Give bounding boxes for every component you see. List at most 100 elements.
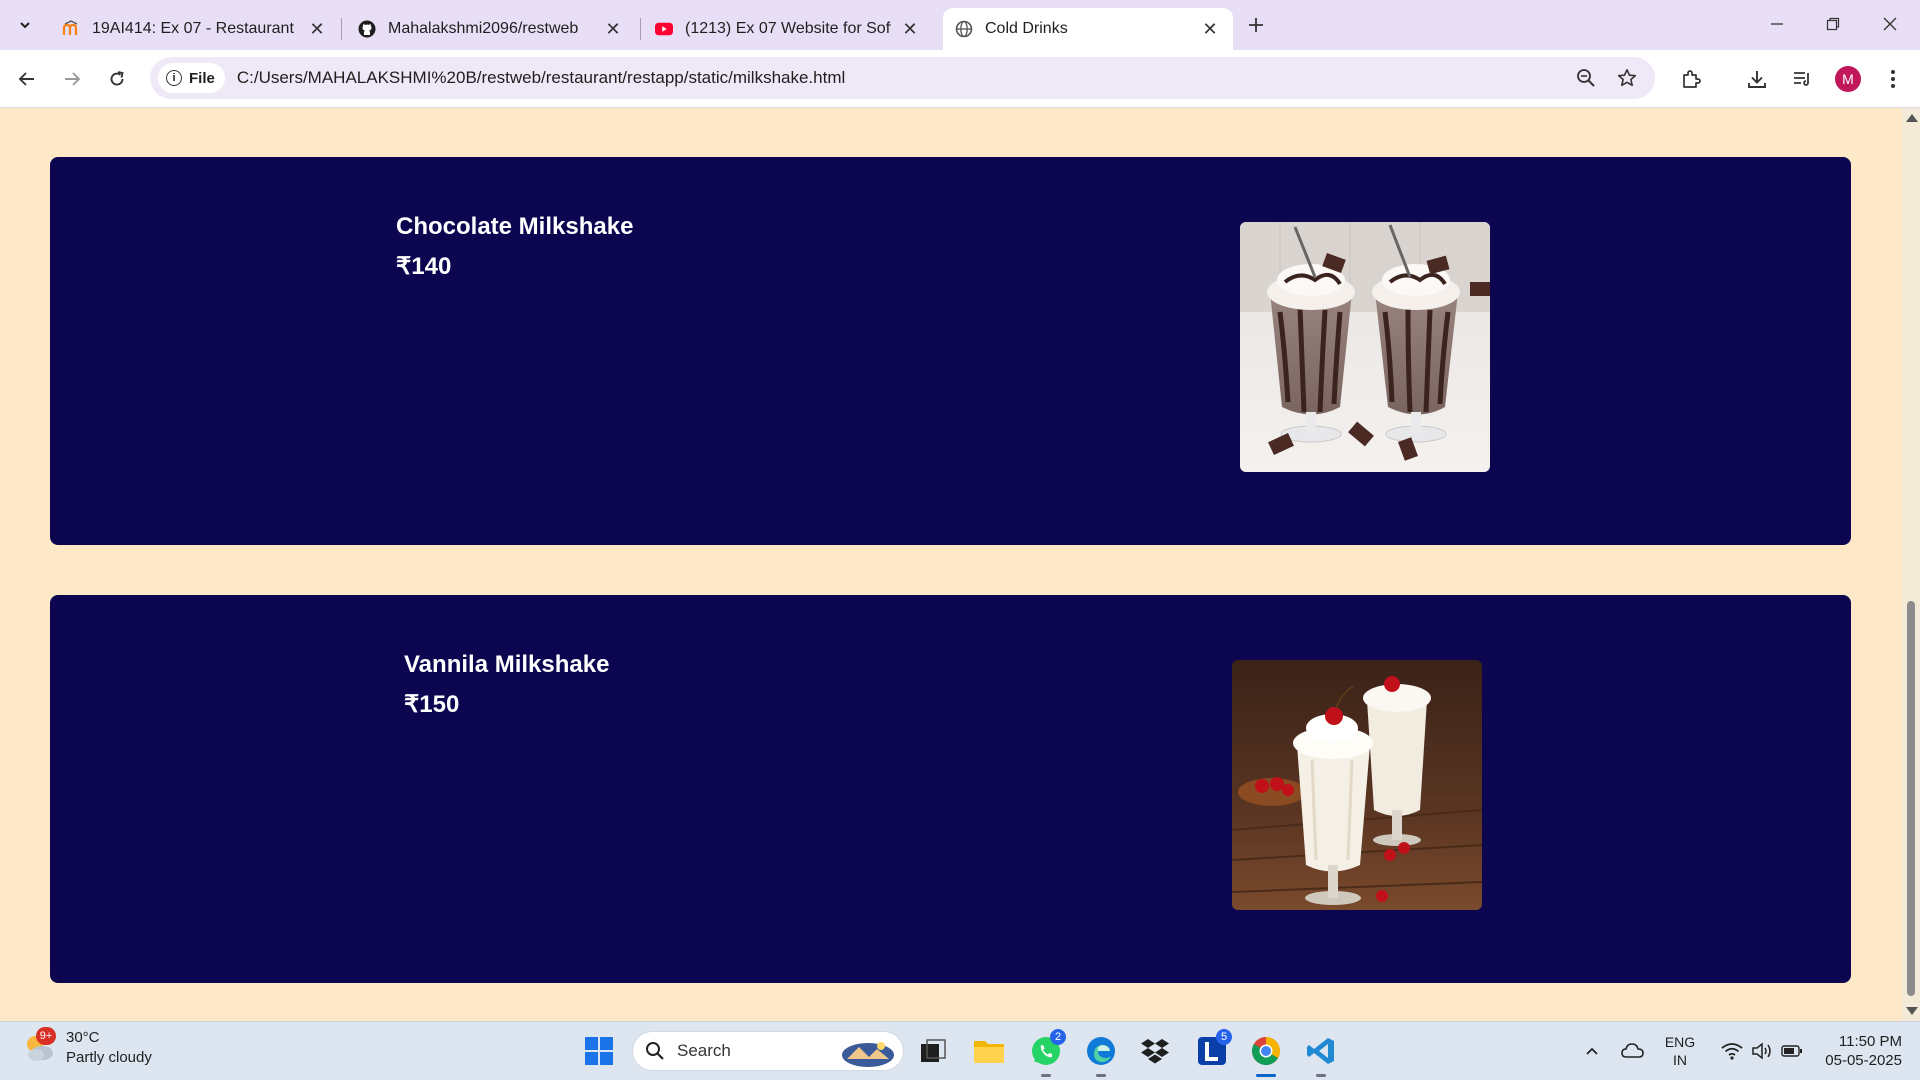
reload-button[interactable] bbox=[101, 63, 133, 95]
puzzle-icon bbox=[1683, 70, 1701, 88]
tab-divider bbox=[341, 18, 342, 40]
task-view-icon bbox=[921, 1039, 946, 1062]
edge-icon bbox=[1087, 1037, 1115, 1065]
whatsapp-badge: 2 bbox=[1050, 1029, 1066, 1045]
vanilla-milkshake-image bbox=[1232, 660, 1482, 910]
arrow-left-icon bbox=[18, 72, 34, 86]
close-window-button[interactable] bbox=[1866, 6, 1914, 42]
page-scrollbar[interactable] bbox=[1902, 108, 1920, 1021]
media-controls-button[interactable] bbox=[1786, 63, 1818, 95]
page-viewport: Chocolate Milkshake ₹140 Vannila Milksha… bbox=[0, 108, 1902, 1021]
language-code: ENG bbox=[1664, 1034, 1696, 1050]
quick-settings-button[interactable] bbox=[1706, 1031, 1818, 1071]
back-button[interactable] bbox=[11, 63, 43, 95]
item-price: ₹140 bbox=[396, 253, 452, 280]
tab-divider bbox=[640, 18, 641, 40]
github-icon bbox=[358, 20, 376, 38]
whatsapp-button[interactable]: 2 bbox=[1026, 1029, 1066, 1077]
chrome-button[interactable] bbox=[1246, 1031, 1286, 1077]
search-highlight-icon bbox=[842, 1042, 894, 1067]
bookmark-button[interactable] bbox=[1612, 63, 1642, 93]
tab-youtube[interactable]: (1213) Ex 07 Website for Softwa ✕ bbox=[643, 8, 933, 50]
close-tab-icon[interactable]: ✕ bbox=[602, 18, 624, 40]
new-tab-button[interactable] bbox=[1241, 10, 1271, 40]
task-view-button[interactable] bbox=[913, 1031, 953, 1071]
folder-icon bbox=[974, 1041, 1004, 1063]
onedrive-button[interactable] bbox=[1613, 1031, 1653, 1071]
tab-cold-drinks[interactable]: Cold Drinks ✕ bbox=[943, 8, 1233, 50]
profile-avatar[interactable]: M bbox=[1835, 66, 1861, 92]
more-vertical-icon bbox=[1891, 70, 1895, 88]
start-button[interactable] bbox=[579, 1031, 619, 1071]
wifi-icon bbox=[1721, 1043, 1743, 1060]
taskbar-search[interactable]: Search bbox=[632, 1031, 904, 1071]
windows-logo-icon bbox=[585, 1037, 613, 1065]
close-icon bbox=[1883, 17, 1897, 31]
minimize-icon bbox=[1771, 23, 1783, 25]
tab-search-button[interactable] bbox=[10, 10, 40, 40]
tab-title: 19AI414: Ex 07 - Restaurant We bbox=[92, 20, 298, 37]
zoom-out-icon bbox=[1577, 69, 1595, 87]
downloads-button[interactable] bbox=[1741, 63, 1773, 95]
clock-date: 05-05-2025 bbox=[1825, 1052, 1902, 1069]
language-indicator[interactable]: ENG IN bbox=[1655, 1033, 1705, 1069]
weather-condition: Partly cloudy bbox=[66, 1049, 152, 1066]
item-name: Vannila Milkshake bbox=[404, 651, 610, 678]
weather-icon: 9+ bbox=[22, 1027, 56, 1065]
show-hidden-icons-button[interactable] bbox=[1572, 1031, 1612, 1071]
chocolate-milkshake-image bbox=[1240, 222, 1490, 472]
minimize-button[interactable] bbox=[1753, 6, 1801, 42]
address-bar[interactable]: i File C:/Users/MAHALAKSHMI%20B/restweb/… bbox=[150, 57, 1655, 99]
edge-button[interactable] bbox=[1081, 1031, 1121, 1077]
tab-strip: 19AI414: Ex 07 - Restaurant We ✕ Mahalak… bbox=[0, 0, 1920, 50]
site-chip-label: File bbox=[189, 69, 215, 87]
star-icon bbox=[1617, 69, 1637, 87]
close-tab-icon[interactable]: ✕ bbox=[1199, 18, 1221, 40]
active-indicator bbox=[1256, 1074, 1276, 1077]
dropbox-button[interactable] bbox=[1135, 1031, 1175, 1071]
restore-button[interactable] bbox=[1809, 6, 1857, 42]
running-indicator bbox=[1316, 1074, 1326, 1077]
zoom-button[interactable] bbox=[1571, 63, 1601, 93]
file-explorer-button[interactable] bbox=[969, 1031, 1009, 1071]
browser-toolbar: i File C:/Users/MAHALAKSHMI%20B/restweb/… bbox=[0, 50, 1920, 108]
item-name: Chocolate Milkshake bbox=[396, 213, 634, 240]
url-text[interactable]: C:/Users/MAHALAKSHMI%20B/restweb/restaur… bbox=[237, 68, 845, 88]
close-tab-icon[interactable]: ✕ bbox=[899, 18, 921, 40]
menu-card-chocolate: Chocolate Milkshake ₹140 bbox=[50, 157, 1851, 545]
media-queue-icon bbox=[1794, 72, 1809, 86]
weather-badge: 9+ bbox=[36, 1027, 56, 1045]
vscode-button[interactable] bbox=[1301, 1031, 1341, 1077]
tab-moodle[interactable]: 19AI414: Ex 07 - Restaurant We ✕ bbox=[50, 8, 340, 50]
l-app-badge: 5 bbox=[1216, 1029, 1232, 1045]
item-price: ₹150 bbox=[404, 691, 460, 718]
battery-icon bbox=[1781, 1045, 1802, 1057]
running-indicator bbox=[1096, 1074, 1106, 1077]
site-info-chip[interactable]: i File bbox=[158, 63, 225, 93]
moodle-icon bbox=[62, 20, 80, 38]
weather-widget[interactable]: 9+ 30°C Partly cloudy bbox=[22, 1027, 152, 1068]
scroll-up-arrow[interactable] bbox=[1906, 114, 1918, 122]
chrome-icon bbox=[1252, 1037, 1280, 1065]
volume-icon bbox=[1752, 1042, 1771, 1060]
scroll-thumb[interactable] bbox=[1907, 601, 1915, 996]
extensions-button[interactable] bbox=[1675, 63, 1707, 95]
chevron-down-icon bbox=[20, 22, 30, 29]
scroll-down-arrow[interactable] bbox=[1906, 1007, 1918, 1015]
l-app-button[interactable]: 5 bbox=[1192, 1029, 1232, 1071]
system-clock[interactable]: 11:50 PM 05-05-2025 bbox=[1812, 1032, 1902, 1070]
chrome-menu-button[interactable] bbox=[1877, 63, 1909, 95]
reload-icon bbox=[110, 71, 124, 86]
forward-button[interactable] bbox=[56, 63, 88, 95]
cloud-sync-icon bbox=[1621, 1043, 1644, 1058]
tab-github[interactable]: Mahalakshmi2096/restweb ✕ bbox=[346, 8, 636, 50]
chevron-up-icon bbox=[1586, 1047, 1598, 1055]
tab-title: Cold Drinks bbox=[985, 20, 1068, 37]
running-indicator bbox=[1041, 1074, 1051, 1077]
weather-temperature: 30°C bbox=[66, 1029, 100, 1046]
restore-icon bbox=[1826, 17, 1840, 31]
info-icon: i bbox=[166, 70, 182, 86]
youtube-icon bbox=[655, 20, 673, 38]
close-tab-icon[interactable]: ✕ bbox=[306, 18, 328, 40]
search-icon bbox=[646, 1042, 664, 1060]
